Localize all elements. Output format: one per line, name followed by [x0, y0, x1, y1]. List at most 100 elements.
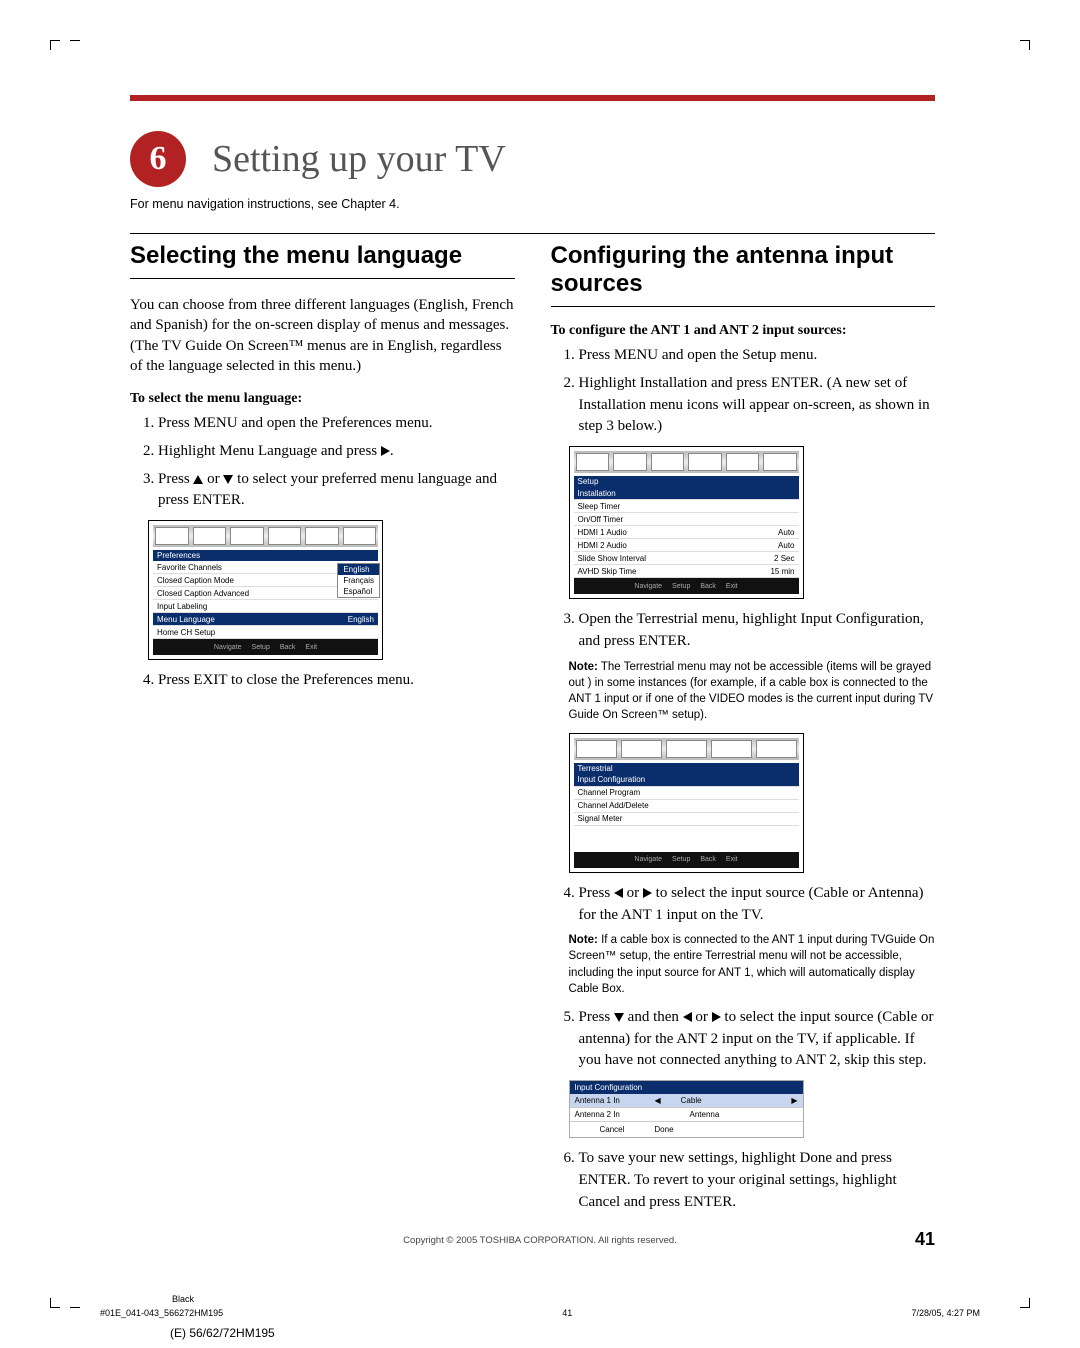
procedure-steps: Press MENU and open the Setup menu. High…: [579, 345, 936, 438]
crop-mark: [1020, 40, 1030, 50]
menu-row: HDMI 1 AudioAuto: [574, 526, 799, 539]
model-id: (E) 56/62/72HM195: [170, 1326, 275, 1340]
menu-row: Home CH Setup: [153, 626, 378, 639]
intro-note: For menu navigation instructions, see Ch…: [130, 197, 935, 211]
note: Note: If a cable box is connected to the…: [569, 932, 936, 996]
print-info-bar: #01E_041-043_566272HM195 41 7/28/05, 4:2…: [100, 1308, 980, 1318]
setup-menu-screenshot: Setup Installation Sleep Timer On/Off Ti…: [569, 446, 804, 599]
note-label: Note:: [569, 934, 598, 946]
crop-mark: [70, 1298, 80, 1308]
menu-row: Channel Add/Delete: [574, 800, 799, 813]
divider: [130, 233, 935, 234]
menu-row: AVHD Skip Time15 min: [574, 565, 799, 578]
right-arrow-icon: [381, 446, 390, 456]
menu-icon-row: [153, 525, 378, 547]
section-intro: You can choose from three different lang…: [130, 295, 515, 376]
menu-footer: NavigateSetupBackExit: [153, 639, 378, 655]
language-popup: English Français Español: [337, 563, 380, 598]
print-page: 41: [223, 1308, 911, 1318]
color-plate-label: Black: [172, 1294, 194, 1304]
menu-tab-label: Terrestrial: [574, 763, 799, 774]
left-arrow-icon: [683, 1012, 692, 1022]
menu-footer: NavigateSetupBackExit: [574, 852, 799, 868]
dialog-buttons: Cancel Done: [570, 1122, 803, 1137]
down-arrow-icon: [614, 1013, 624, 1022]
preferences-menu-screenshot: Preferences Favorite Channels Closed Cap…: [148, 520, 383, 660]
procedure-steps-cont: Press or to select the input source (Cab…: [579, 883, 936, 927]
up-arrow-icon: [193, 475, 203, 484]
divider: [130, 278, 515, 279]
step: Press EXIT to close the Preferences menu…: [158, 670, 515, 692]
step: Open the Terrestrial menu, highlight Inp…: [579, 609, 936, 653]
cancel-button: Cancel: [600, 1125, 625, 1134]
menu-rows: Installation Sleep Timer On/Off Timer HD…: [574, 487, 799, 578]
lang-option: English: [338, 564, 379, 575]
menu-row: Signal Meter: [574, 813, 799, 826]
menu-row-selected: Menu LanguageEnglish: [153, 613, 378, 626]
manual-page: 6 Setting up your TV For menu navigation…: [0, 0, 1080, 1348]
menu-icon-row: [574, 738, 799, 760]
step: To save your new settings, highlight Don…: [579, 1148, 936, 1213]
chapter-header: 6 Setting up your TV: [130, 131, 935, 187]
header-rule: [130, 95, 935, 101]
menu-tab-label: Preferences: [153, 550, 378, 561]
lang-option: Français: [338, 575, 379, 586]
menu-row: HDMI 2 AudioAuto: [574, 539, 799, 552]
menu-rows: Input Configuration Channel Program Chan…: [574, 774, 799, 826]
menu-row: Slide Show Interval2 Sec: [574, 552, 799, 565]
input-row: Antenna 2 InAntenna: [570, 1108, 803, 1122]
procedure-steps-cont: Press EXIT to close the Preferences menu…: [158, 670, 515, 692]
step: Press or to select the input source (Cab…: [579, 883, 936, 927]
input-config-screenshot: Input Configuration Antenna 1 In◀Cable▶ …: [569, 1080, 804, 1138]
divider: [551, 306, 936, 307]
menu-rows: Favorite Channels Closed Caption ModeOff…: [153, 561, 378, 639]
crop-mark: [50, 1298, 60, 1308]
content-area: 6 Setting up your TV For menu navigation…: [130, 95, 935, 1219]
menu-tab-label: Setup: [574, 476, 799, 487]
procedure-title: To select the menu language:: [130, 391, 515, 407]
note: Note: The Terrestrial menu may not be ac…: [569, 659, 936, 723]
menu-row: Input Labeling: [153, 600, 378, 613]
menu-row-selected: Installation: [574, 487, 799, 500]
crop-mark: [50, 40, 60, 50]
lang-option: Español: [338, 586, 379, 597]
print-timestamp: 7/28/05, 4:27 PM: [911, 1308, 980, 1318]
terrestrial-menu-screenshot: Terrestrial Input Configuration Channel …: [569, 733, 804, 873]
print-job-id: #01E_041-043_566272HM195: [100, 1308, 223, 1318]
input-row-selected: Antenna 1 In◀Cable▶: [570, 1094, 803, 1108]
step: Highlight Installation and press ENTER. …: [579, 373, 936, 438]
procedure-steps: Press MENU and open the Preferences menu…: [158, 413, 515, 512]
two-column-layout: Selecting the menu language You can choo…: [130, 242, 935, 1219]
step: Highlight Menu Language and press .: [158, 441, 515, 463]
page-number: 41: [915, 1229, 935, 1250]
procedure-steps-cont: Open the Terrestrial menu, highlight Inp…: [579, 609, 936, 653]
procedure-steps-cont: Press and then or to select the input so…: [579, 1007, 936, 1072]
procedure-title: To configure the ANT 1 and ANT 2 input s…: [551, 323, 936, 339]
menu-row-selected: Input Configuration: [574, 774, 799, 787]
left-arrow-icon: [614, 888, 623, 898]
step: Press MENU and open the Setup menu.: [579, 345, 936, 367]
chapter-number-badge: 6: [130, 131, 186, 187]
left-column: Selecting the menu language You can choo…: [130, 242, 515, 1219]
right-column: Configuring the antenna input sources To…: [551, 242, 936, 1219]
menu-row: Channel Program: [574, 787, 799, 800]
menu-row: Sleep Timer: [574, 500, 799, 513]
step: Press and then or to select the input so…: [579, 1007, 936, 1072]
chapter-title: Setting up your TV: [212, 137, 506, 181]
right-arrow-icon: [712, 1012, 721, 1022]
menu-icon-row: [574, 451, 799, 473]
section-heading: Configuring the antenna input sources: [551, 242, 936, 298]
menu-row: On/Off Timer: [574, 513, 799, 526]
done-button: Done: [654, 1125, 673, 1134]
right-arrow-icon: [643, 888, 652, 898]
crop-mark: [70, 40, 80, 50]
procedure-steps-cont: To save your new settings, highlight Don…: [579, 1148, 936, 1213]
dialog-header: Input Configuration: [570, 1081, 803, 1094]
step: Press or to select your preferred menu l…: [158, 469, 515, 513]
step: Press MENU and open the Preferences menu…: [158, 413, 515, 435]
note-label: Note:: [569, 661, 598, 673]
menu-footer: NavigateSetupBackExit: [574, 578, 799, 594]
section-heading: Selecting the menu language: [130, 242, 515, 270]
crop-mark: [1020, 1298, 1030, 1308]
down-arrow-icon: [223, 475, 233, 484]
